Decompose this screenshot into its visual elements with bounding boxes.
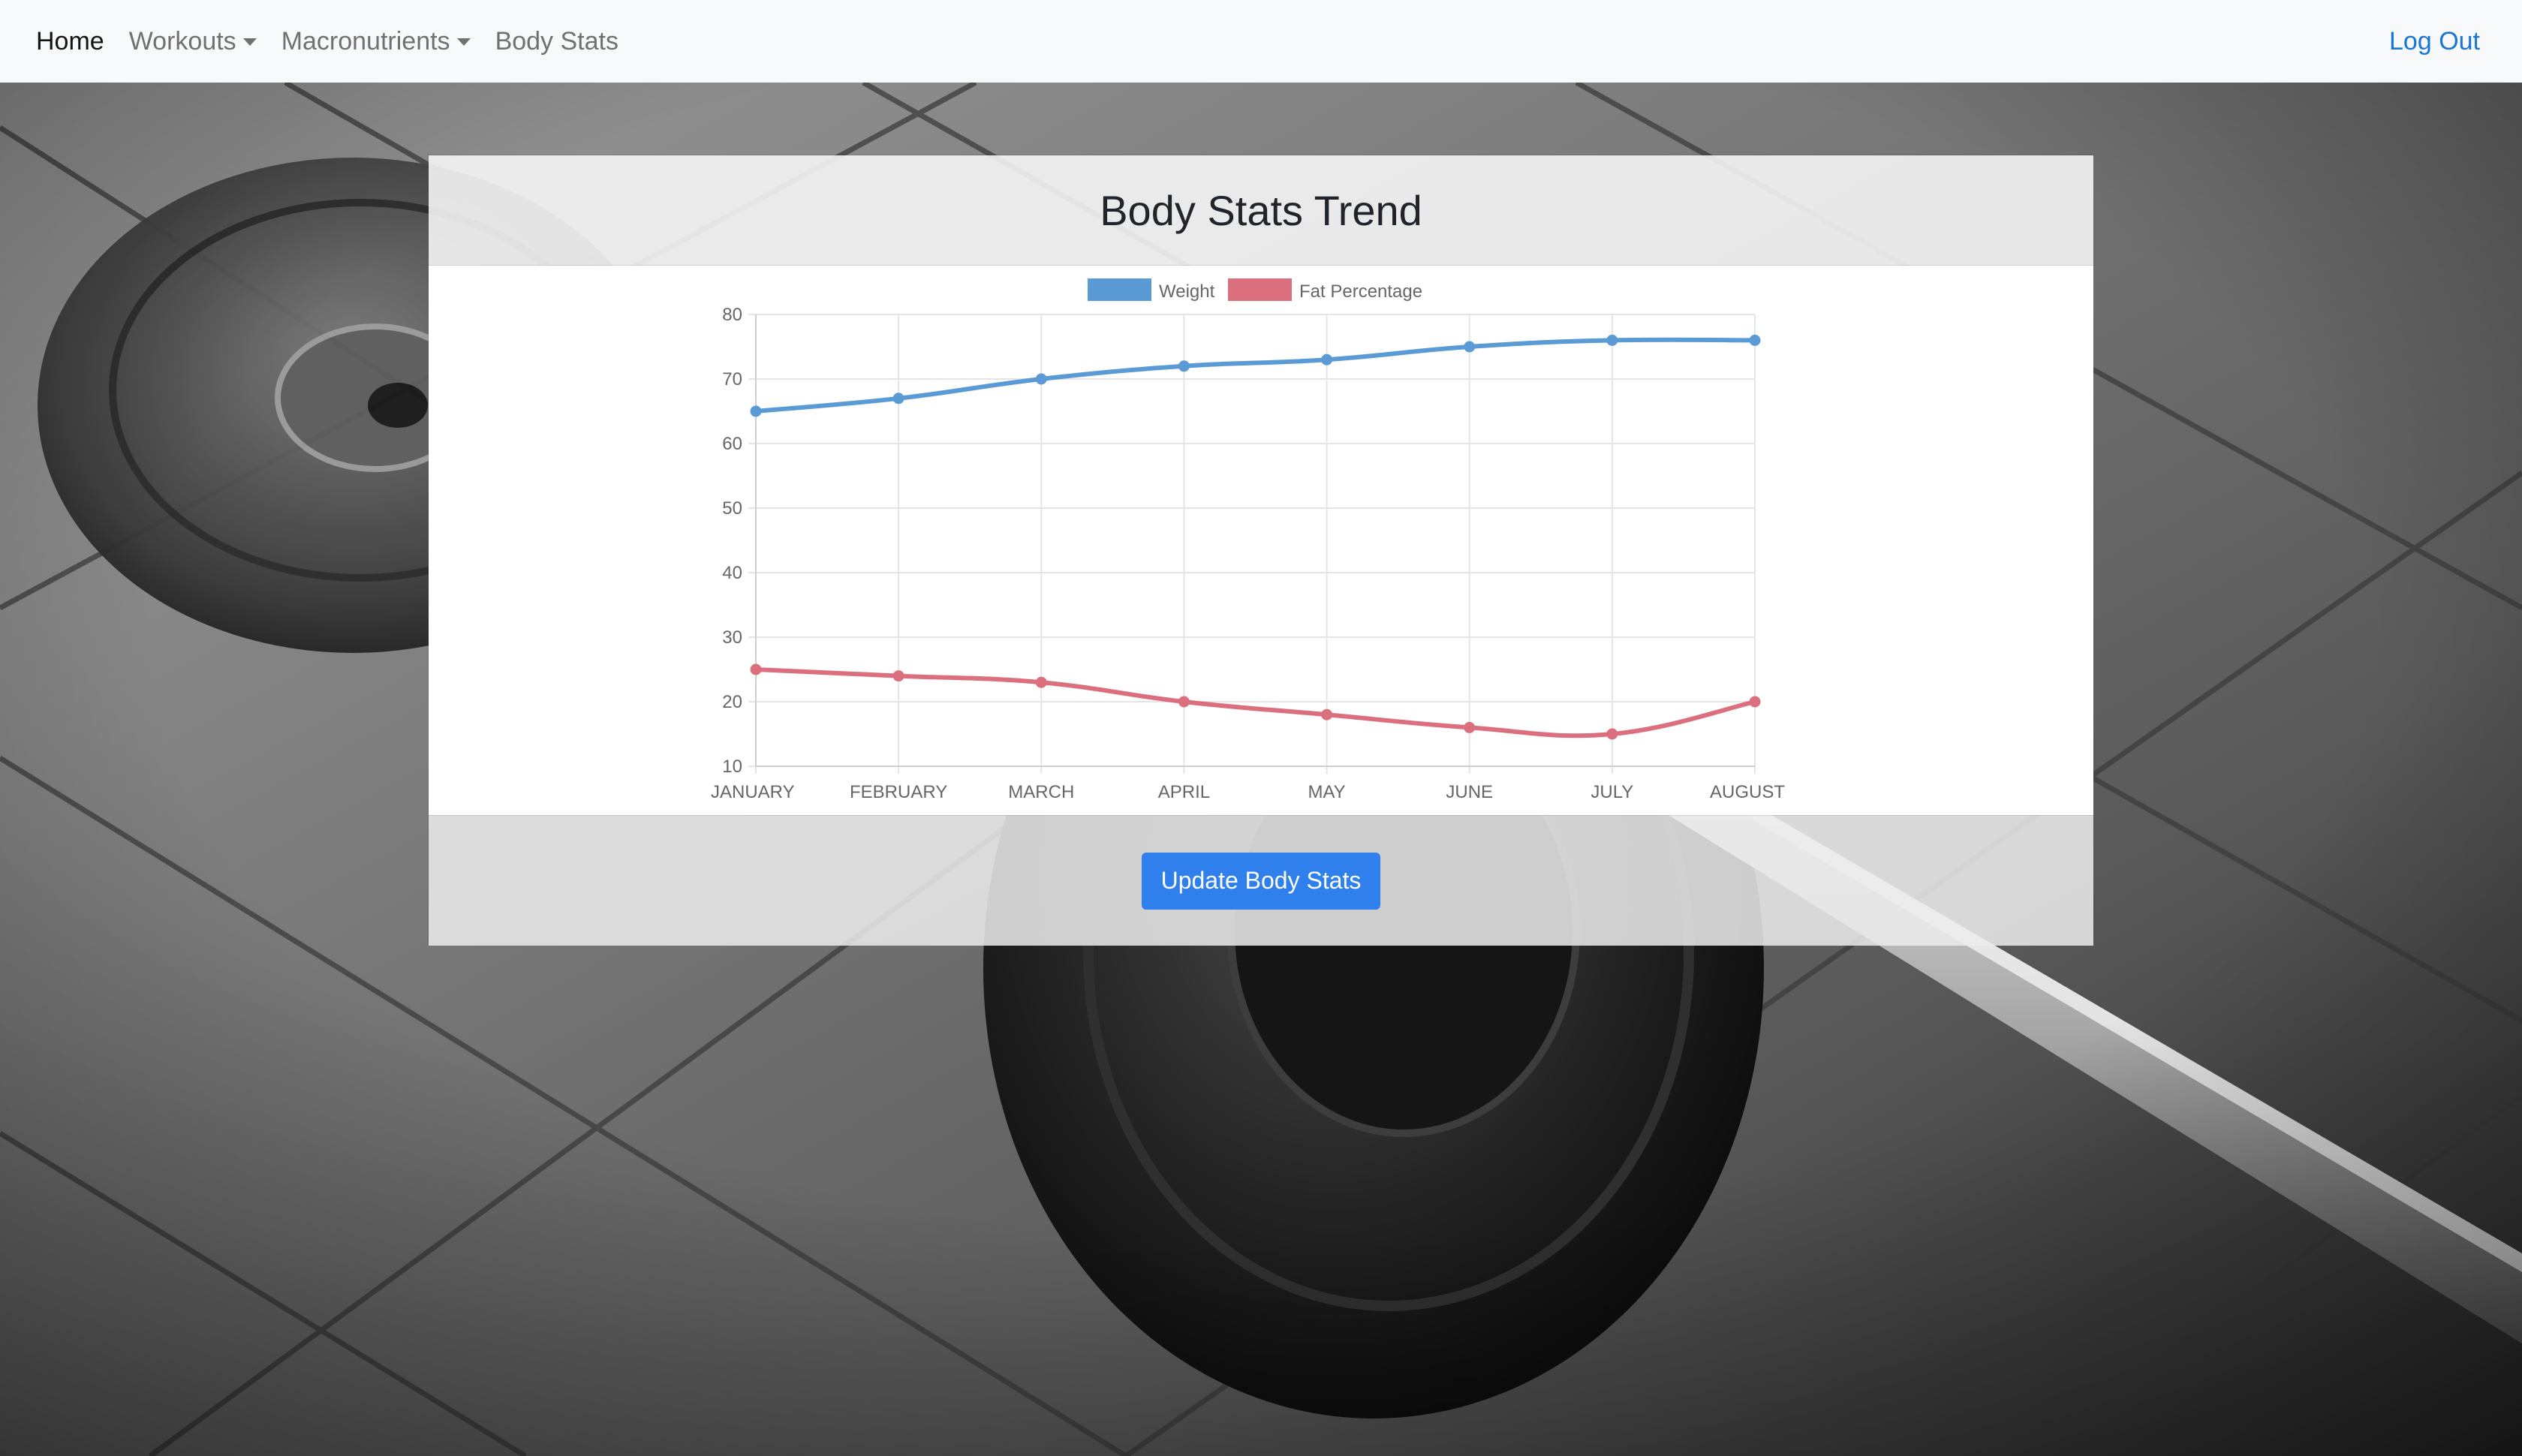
card-title: Body Stats Trend [1100,186,1422,234]
x-tick-label: AUGUST [1710,782,1785,802]
legend-swatch-fat-percentage [1228,278,1292,301]
y-tick-label: 80 [722,305,742,325]
y-tick-label: 40 [722,563,742,583]
body-stats-card: Body Stats Trend 10 20 30 40 50 60 70 80 JANUARY… [428,155,2094,946]
x-tick-label: MARCH [1008,782,1074,802]
body-stats-chart: 10 20 30 40 50 60 70 80 JANUARY FEBRUARY MARCH APRI… [711,278,1785,802]
weight-point [750,405,762,417]
x-tick-label: JUNE [1446,782,1493,802]
legend-swatch-weight [1088,278,1151,301]
y-tick-label: 30 [722,627,742,648]
fat-percentage-point [750,663,762,675]
weight-point [1178,360,1190,372]
x-tick-label: JULY [1591,782,1633,802]
nav-home-label: Home [36,26,104,56]
card-footer: Update Body Stats [429,815,2093,946]
nav-workouts-label: Workouts [128,26,236,56]
weight-point [1321,353,1333,366]
nav-workouts-dropdown[interactable]: Workouts [129,27,257,56]
card-header: Body Stats Trend [429,155,2093,266]
fat-percentage-point [1606,728,1618,740]
y-tick-label: 50 [722,498,742,519]
y-tick-label: 70 [722,369,742,390]
x-tick-label: MAY [1308,782,1345,802]
fat-percentage-point [1749,696,1761,708]
nav-home[interactable]: Home [36,27,104,56]
x-tick-label: FEBRUARY [850,782,947,802]
weight-point [1035,373,1047,385]
legend-label-weight: Weight [1159,281,1215,302]
caret-down-icon [456,38,471,46]
weight-point [1749,334,1761,346]
chart-container: 10 20 30 40 50 60 70 80 JANUARY FEBRUARY MARCH APRI… [429,266,2093,815]
nav-body-stats-label: Body Stats [495,26,618,56]
y-tick-label: 60 [722,434,742,454]
weight-point [1464,341,1476,353]
nav-macronutrients-dropdown[interactable]: Macronutrients [281,27,471,56]
weight-point [892,393,904,405]
fat-percentage-point [1464,721,1476,733]
nav-body-stats[interactable]: Body Stats [495,27,618,56]
nav-macronutrients-label: Macronutrients [281,26,450,56]
update-body-stats-button[interactable]: Update Body Stats [1141,852,1381,910]
fat-percentage-line [755,667,1756,739]
fat-percentage-point [1178,696,1190,708]
legend-label-fat-percentage: Fat Percentage [1299,281,1422,302]
caret-down-icon [242,38,257,46]
x-tick-label: APRIL [1158,782,1210,802]
weight-point [1606,334,1618,346]
weight-line [755,337,1756,414]
y-tick-label: 10 [722,757,742,777]
fat-percentage-point [1321,708,1333,720]
logout-link[interactable]: Log Out [2389,27,2480,56]
fat-percentage-point [892,670,904,682]
navbar: Home Workouts Macronutrients Body Stats … [0,0,2522,83]
fat-percentage-point [1035,676,1047,688]
x-tick-label: JANUARY [711,782,795,802]
y-tick-label: 20 [722,692,742,712]
